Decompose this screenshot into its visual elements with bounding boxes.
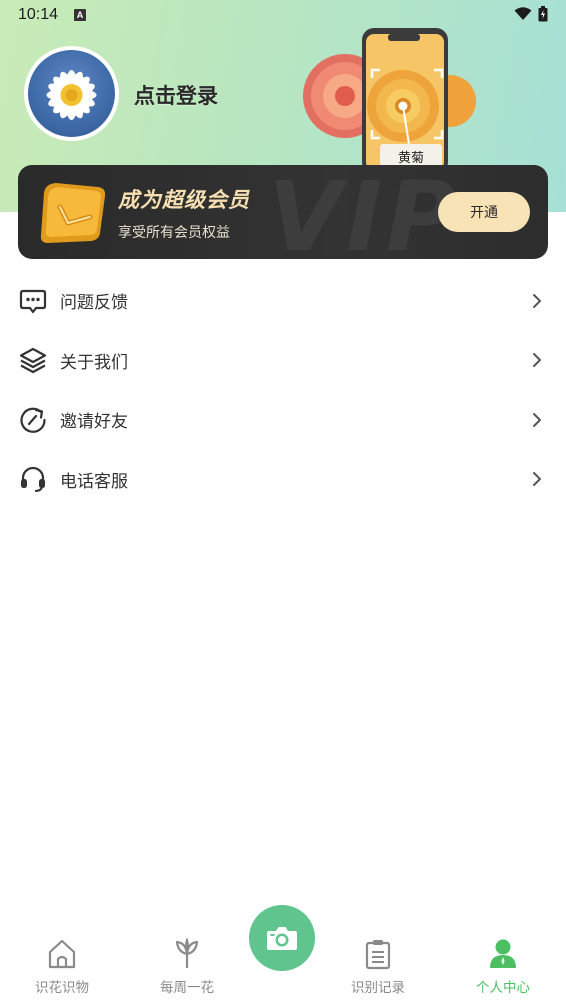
headset-icon (18, 465, 47, 494)
tab-label: 识花识物 (35, 980, 89, 996)
home-icon (48, 939, 76, 969)
chevron-right-icon (533, 412, 541, 427)
menu-item-about[interactable]: 关于我们 (0, 331, 566, 391)
camera-button[interactable] (249, 905, 315, 971)
menu-item-feedback[interactable]: 问题反馈 (0, 271, 566, 331)
feedback-icon (18, 286, 47, 315)
person-icon (490, 939, 516, 968)
menu-item-label: 关于我们 (60, 352, 128, 373)
clipboard-icon (365, 940, 391, 970)
vip-title: 成为超级会员 (118, 188, 250, 212)
camera-icon (267, 927, 297, 950)
menu-item-invite[interactable]: 邀请好友 (0, 390, 566, 450)
tab-label: 每周一花 (160, 980, 214, 996)
wifi-icon (514, 7, 532, 20)
share-refresh-icon (18, 405, 47, 434)
battery-icon (538, 6, 548, 22)
menu-item-phone-support[interactable]: 电话客服 (0, 450, 566, 510)
menu-item-label: 电话客服 (60, 471, 128, 492)
chevron-right-icon (533, 353, 541, 368)
menu-item-label: 邀请好友 (60, 412, 128, 433)
tab-weekly-flower[interactable]: 每周一花 (142, 938, 232, 996)
activate-vip-button[interactable]: 开通 (438, 192, 530, 232)
tab-label: 识别记录 (351, 980, 405, 996)
status-time: 10:14 (18, 6, 59, 23)
vip-crown-badge-icon (40, 183, 106, 243)
settings-menu: 问题反馈 关于我们 邀请好友 电话客服 (0, 271, 566, 509)
login-prompt[interactable]: 点击登录 (134, 80, 218, 110)
tab-identify[interactable]: 识花识物 (17, 938, 107, 996)
tab-history[interactable]: 识别记录 (333, 938, 423, 996)
tab-profile[interactable]: 个人中心 (458, 938, 548, 996)
sprout-icon (175, 938, 199, 968)
status-icons (514, 6, 548, 22)
chevron-right-icon (533, 293, 541, 308)
vip-membership-card[interactable]: VIP 成为超级会员 享受所有会员权益 开通 (18, 165, 548, 259)
daisy-avatar-image (46, 70, 97, 120)
layers-icon (18, 346, 47, 375)
menu-item-label: 问题反馈 (60, 293, 128, 314)
vip-watermark: VIP (268, 165, 461, 259)
bottom-tab-bar: 识花识物 每周一花 识别记录 个人中心 (0, 900, 566, 1006)
avatar[interactable] (24, 46, 119, 141)
flower-label: 黄菊 (397, 151, 424, 166)
notification-a-icon: A (74, 9, 87, 21)
status-bar: 10:14 A (0, 0, 566, 30)
chevron-right-icon (533, 472, 541, 487)
tab-label: 个人中心 (476, 980, 530, 996)
vip-subtitle: 享受所有会员权益 (118, 225, 230, 241)
